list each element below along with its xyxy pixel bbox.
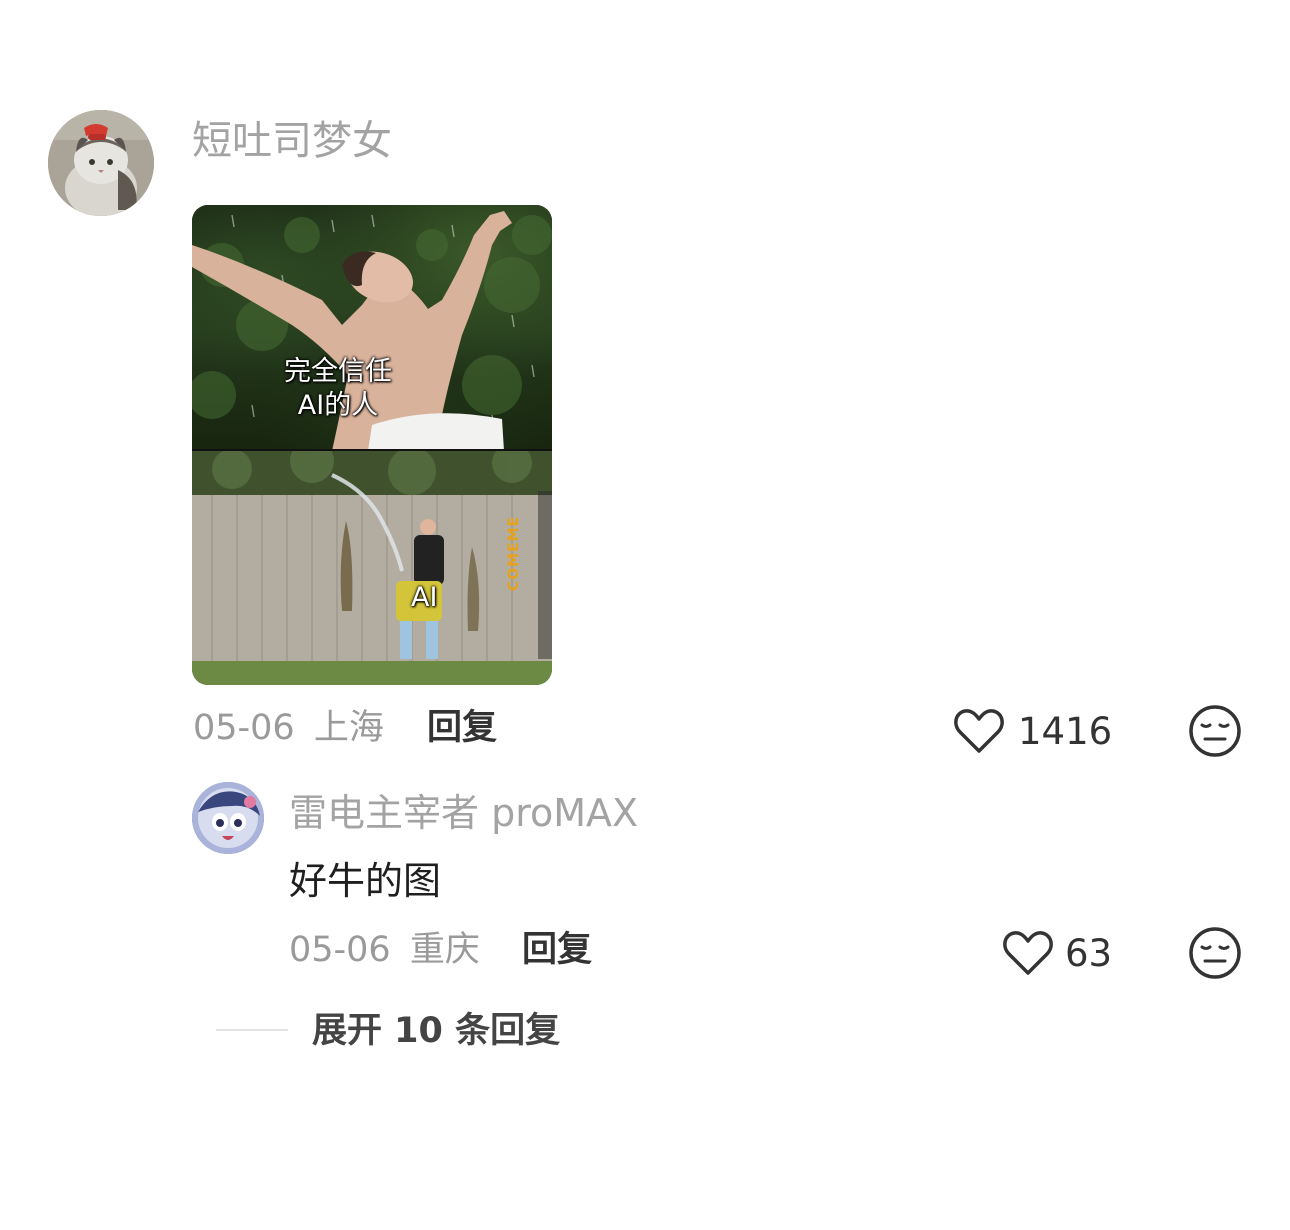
meme-bottom-panel: AI COMEME [192,451,552,685]
comment-meta: 05-06 上海 [193,706,384,750]
reply-like-count: 63 [1065,932,1113,975]
reply-username[interactable]: 雷电主宰者 proMAX [289,789,638,837]
reply-meta: 05-06 重庆 [289,928,480,972]
reply-content: 好牛的图 [289,859,442,903]
commenter-avatar[interactable] [48,110,154,216]
meme-watermark: COMEME [506,515,522,591]
meh-face-icon[interactable] [1188,926,1242,980]
expand-divider [216,1029,288,1031]
reply-avatar[interactable] [192,782,264,854]
comment-location: 上海 [313,708,384,748]
expand-replies-button[interactable]: 展开 10 条回复 [312,1009,560,1053]
commenter-username[interactable]: 短吐司梦女 [192,116,392,166]
comment-meme-image[interactable]: 完全信任 AI的人 AI COMEME [192,205,552,685]
reply-to-reply-button[interactable]: 回复 [522,928,592,972]
fence-and-man-illustration [192,451,552,685]
reply-button[interactable]: 回复 [427,706,497,750]
meme-caption-bottom: AI [411,582,438,613]
meme-top-panel: 完全信任 AI的人 [192,205,552,451]
reply-location: 重庆 [409,930,480,970]
heart-outline-icon[interactable] [1002,929,1054,977]
meme-caption-top: 完全信任 AI的人 [284,356,392,421]
cat-avatar-image [48,110,154,216]
reply-date: 05-06 [289,930,391,970]
like-count: 1416 [1018,710,1113,753]
comment-date: 05-06 [193,708,295,748]
meh-face-icon[interactable] [1188,704,1242,758]
heart-outline-icon[interactable] [953,707,1005,755]
anime-avatar-image [192,782,264,854]
